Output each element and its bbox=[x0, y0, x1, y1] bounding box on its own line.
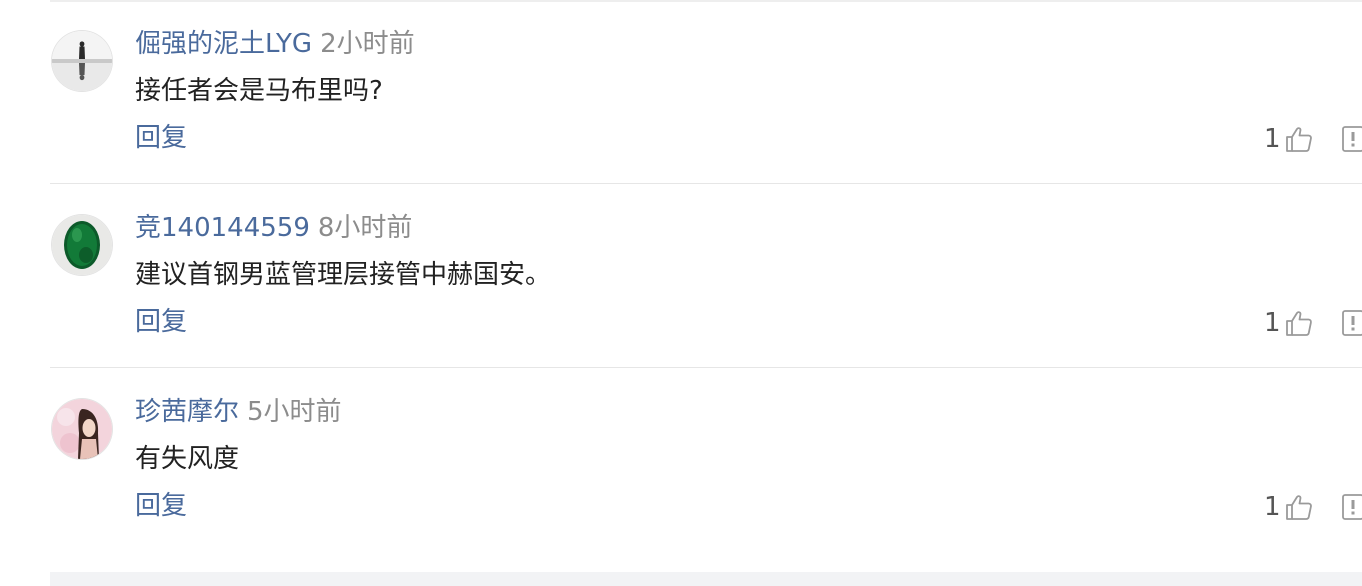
thumbs-up-icon[interactable] bbox=[1284, 492, 1314, 522]
reply-button[interactable]: 回复 bbox=[135, 304, 187, 340]
username[interactable]: 竞140144559 bbox=[135, 213, 310, 243]
comment-meta: 倔强的泥土LYG 2小时前 bbox=[135, 26, 415, 62]
comment-text: 接任者会是马布里吗? bbox=[135, 76, 383, 106]
silhouette-reflection-avatar-icon bbox=[52, 31, 112, 91]
reply-button[interactable]: 回复 bbox=[135, 120, 187, 156]
comment-meta: 竞140144559 8小时前 bbox=[135, 210, 412, 246]
timestamp: 8小时前 bbox=[317, 213, 413, 243]
like-count: 1 bbox=[1264, 308, 1281, 338]
avatar[interactable] bbox=[52, 215, 112, 275]
like-count: 1 bbox=[1264, 124, 1281, 154]
report-icon[interactable] bbox=[1342, 494, 1362, 520]
avatar[interactable] bbox=[52, 399, 112, 459]
comment-item: 珍茜摩尔 5小时前 有失风度 回复 1 bbox=[0, 368, 1362, 552]
comment-list: 倔强的泥土LYG 2小时前 接任者会是马布里吗? 回复 1 竞140144559… bbox=[0, 0, 1362, 586]
like-action[interactable]: 1 bbox=[1264, 305, 1314, 341]
report-icon[interactable] bbox=[1342, 126, 1362, 152]
comment-text: 有失风度 bbox=[135, 444, 240, 474]
thumbs-up-icon[interactable] bbox=[1284, 308, 1314, 338]
report-icon[interactable] bbox=[1342, 310, 1362, 336]
comment-item: 竞140144559 8小时前 建议首钢男蓝管理层接管中赫国安。 回复 1 bbox=[0, 184, 1362, 368]
comment-item: 倔强的泥土LYG 2小时前 接任者会是马布里吗? 回复 1 bbox=[0, 0, 1362, 184]
username[interactable]: 倔强的泥土LYG bbox=[135, 29, 312, 59]
thumbs-up-icon[interactable] bbox=[1284, 124, 1314, 154]
username[interactable]: 珍茜摩尔 bbox=[135, 397, 239, 427]
timestamp: 2小时前 bbox=[320, 29, 415, 59]
like-count: 1 bbox=[1264, 492, 1281, 522]
comment-text: 建议首钢男蓝管理层接管中赫国安。 bbox=[135, 260, 552, 290]
section-separator bbox=[50, 572, 1362, 586]
avatar[interactable] bbox=[52, 31, 112, 91]
green-gem-avatar-icon bbox=[52, 215, 112, 275]
like-action[interactable]: 1 bbox=[1264, 489, 1314, 525]
timestamp: 5小时前 bbox=[247, 397, 342, 427]
reply-button[interactable]: 回复 bbox=[135, 488, 187, 524]
portrait-woman-avatar-icon bbox=[52, 399, 112, 459]
like-action[interactable]: 1 bbox=[1264, 121, 1314, 157]
comment-meta: 珍茜摩尔 5小时前 bbox=[135, 394, 342, 430]
